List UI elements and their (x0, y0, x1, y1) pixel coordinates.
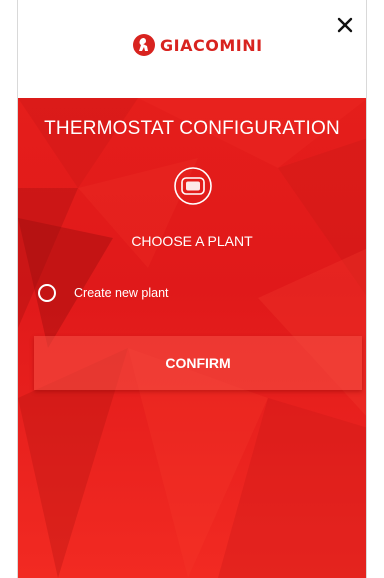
section-subtitle: CHOOSE A PLANT (131, 233, 253, 249)
thermostat-icon (173, 166, 213, 206)
header: GIACOMINI (18, 0, 366, 98)
brand-logo-icon (133, 34, 155, 56)
close-icon (337, 17, 353, 33)
configuration-panel: THERMOSTAT CONFIGURATION CHOOSE A PLANT … (18, 98, 366, 578)
app-window: GIACOMINI THERMOSTAT CONFIGURATION CHOOS… (17, 0, 367, 578)
brand-logo: GIACOMINI (133, 30, 263, 60)
close-button[interactable] (332, 12, 358, 38)
plant-option-label: Create new plant (74, 286, 169, 300)
confirm-button[interactable]: CONFIRM (34, 336, 362, 390)
page-title: THERMOSTAT CONFIGURATION (44, 118, 340, 139)
brand-name: GIACOMINI (160, 35, 263, 55)
radio-button[interactable] (38, 284, 56, 302)
plant-option-create-new[interactable]: Create new plant (38, 284, 169, 302)
